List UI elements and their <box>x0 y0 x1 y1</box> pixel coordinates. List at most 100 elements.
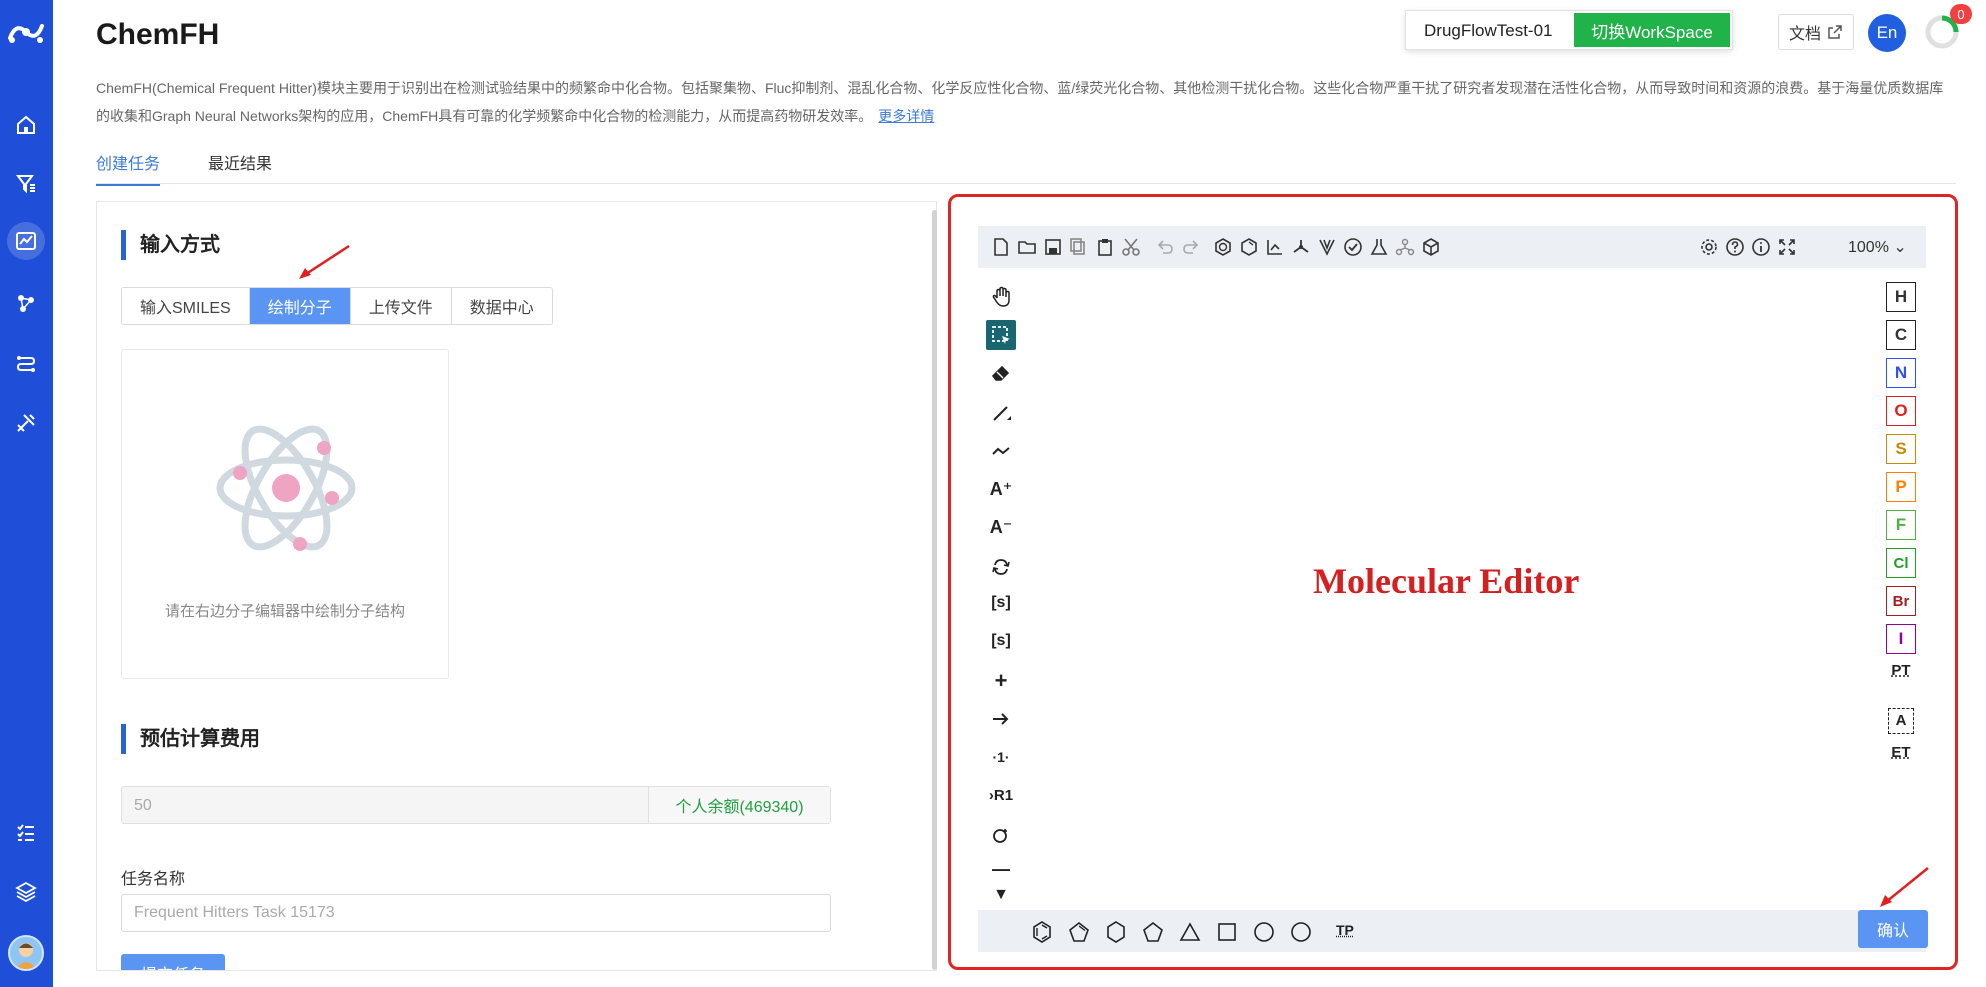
more-details-link[interactable]: 更多详情 <box>878 108 934 124</box>
paste-icon[interactable] <box>1094 236 1116 258</box>
open-folder-icon[interactable] <box>1016 236 1038 258</box>
element-f-button[interactable]: F <box>1886 510 1916 540</box>
save-icon[interactable] <box>1042 236 1064 258</box>
sidebar-item-layers[interactable] <box>7 872 45 910</box>
stereo-icon[interactable] <box>1316 236 1338 258</box>
annotation-arrow-icon <box>299 244 350 279</box>
charge-minus-icon[interactable]: A⁻ <box>986 512 1016 542</box>
check-icon[interactable] <box>1342 236 1364 258</box>
cost-field: 50 个人余额(469340) <box>121 786 831 824</box>
panel-scrollbar[interactable] <box>932 210 937 970</box>
element-cl-button[interactable]: Cl <box>1886 548 1916 578</box>
input-smiles-option[interactable]: 输入SMILES <box>122 288 250 324</box>
plus-icon[interactable]: + <box>986 666 1016 696</box>
element-o-button[interactable]: O <box>1886 396 1916 426</box>
element-br-button[interactable]: Br <box>1886 586 1916 616</box>
cyclopentane-icon[interactable] <box>1141 920 1165 944</box>
periodic-table-button[interactable]: PT <box>1886 662 1916 679</box>
rotate-icon[interactable] <box>986 552 1016 582</box>
template-icon[interactable]: TP <box>1336 920 1360 944</box>
balance-display: 个人余额(469340) <box>648 787 830 823</box>
draw-molecule-option[interactable]: 绘制分子 <box>249 288 351 324</box>
sidebar-item-tasks[interactable] <box>7 814 45 852</box>
benzene-icon[interactable] <box>1030 920 1054 944</box>
redo-icon[interactable] <box>1180 236 1202 258</box>
layers-icon <box>15 881 37 903</box>
dearomatize-icon[interactable] <box>1238 236 1260 258</box>
sidebar-item-home[interactable] <box>7 106 45 144</box>
molecule-icon <box>18 295 34 312</box>
element-h-button[interactable]: H <box>1886 282 1916 312</box>
cyclohexane-icon[interactable] <box>1104 920 1128 944</box>
arrow-icon[interactable] <box>986 704 1016 734</box>
tab-recent-results[interactable]: 最近结果 <box>208 150 272 184</box>
clean-icon[interactable] <box>1290 236 1312 258</box>
canvas-label: Molecular Editor <box>1313 561 1580 601</box>
chain-icon[interactable] <box>986 436 1016 466</box>
cut-icon[interactable] <box>1120 236 1142 258</box>
tab-create-task[interactable]: 创建任务 <box>96 150 161 186</box>
logo-icon[interactable] <box>6 16 46 48</box>
more-icon[interactable]: ▼ <box>986 880 1016 910</box>
select-icon[interactable] <box>986 320 1016 350</box>
avatar[interactable] <box>8 935 44 971</box>
switch-workspace-button[interactable]: 切换WorkSpace <box>1574 13 1730 47</box>
cyclobutane-icon[interactable] <box>1215 920 1239 944</box>
input-method-selector: 输入SMILES 绘制分子 上传文件 数据中心 <box>121 287 553 325</box>
workspace-name: DrugFlowTest-01 <box>1424 21 1553 40</box>
copy-icon[interactable] <box>1068 236 1090 258</box>
any-atom-button[interactable]: A <box>1888 708 1914 734</box>
cycle-icon[interactable] <box>986 820 1016 850</box>
recognize-icon[interactable] <box>1394 236 1416 258</box>
sidebar-item-tools[interactable] <box>7 404 45 442</box>
cyclopropane-icon[interactable] <box>1178 920 1202 944</box>
info-icon[interactable] <box>1750 236 1772 258</box>
submit-task-button[interactable]: 提交任务 <box>121 954 225 970</box>
sgroup-icon[interactable]: [s] <box>986 588 1016 618</box>
cost-value: 50 <box>134 797 152 814</box>
confirm-button[interactable]: 确认 <box>1858 910 1928 948</box>
element-c-button[interactable]: C <box>1886 320 1916 350</box>
upload-file-option[interactable]: 上传文件 <box>350 288 452 324</box>
workspace-box: DrugFlowTest-01 切换WorkSpace <box>1405 10 1733 50</box>
element-s-button[interactable]: S <box>1886 434 1916 464</box>
eraser-icon[interactable] <box>986 358 1016 388</box>
new-file-icon[interactable] <box>990 236 1012 258</box>
sidebar-item-molecule[interactable] <box>7 284 45 322</box>
sidebar-item-filter[interactable] <box>7 164 45 202</box>
extended-table-button[interactable]: ET <box>1886 744 1916 761</box>
aromatize-icon[interactable] <box>1212 236 1234 258</box>
element-p-button[interactable]: P <box>1886 472 1916 502</box>
docs-button[interactable]: 文档 <box>1778 14 1854 50</box>
cycloheptane-icon[interactable] <box>1252 920 1276 944</box>
rgroup-icon[interactable]: ·1· <box>986 742 1016 772</box>
chevron-down-icon: ⌄ <box>1893 239 1907 256</box>
3d-view-icon[interactable] <box>1420 236 1442 258</box>
user-avatar-icon <box>16 943 36 969</box>
fullscreen-icon[interactable] <box>1776 236 1798 258</box>
editor-element-toolbar: H C N O S P F Cl Br I PT A ET <box>1884 268 1926 768</box>
sidebar-item-chart[interactable] <box>7 222 45 260</box>
task-name-label: 任务名称 <box>121 871 186 888</box>
analyse-icon[interactable] <box>1368 236 1390 258</box>
charge-plus-icon[interactable]: A⁺ <box>986 474 1016 504</box>
undo-icon[interactable] <box>1154 236 1176 258</box>
element-i-button[interactable]: I <box>1886 624 1916 654</box>
rlabel-icon[interactable]: ›R1 <box>986 780 1016 810</box>
tab-bar: 创建任务 最近结果 <box>96 146 1956 186</box>
help-icon[interactable] <box>1724 236 1746 258</box>
element-n-button[interactable]: N <box>1886 358 1916 388</box>
layout-icon[interactable] <box>1264 236 1286 258</box>
language-button[interactable]: En <box>1868 14 1906 52</box>
data-center-option[interactable]: 数据中心 <box>451 288 552 324</box>
cyclooctane-icon[interactable] <box>1289 920 1313 944</box>
sidebar-item-flow[interactable] <box>7 344 45 382</box>
zoom-select[interactable]: 100% ⌄ <box>1848 237 1907 257</box>
task-name-input[interactable]: Frequent Hitters Task 15173 <box>121 894 831 932</box>
cyclopentadiene-icon[interactable] <box>1067 920 1091 944</box>
sgroup-plus-icon[interactable]: [s] <box>986 626 1016 656</box>
bond-icon[interactable] <box>986 398 1016 428</box>
editor-left-toolbar: A⁺ A⁻ [s] [s] + ·1· ›R1 — ▼ <box>978 268 1024 910</box>
hand-icon[interactable] <box>986 282 1016 312</box>
settings-icon[interactable] <box>1698 236 1720 258</box>
